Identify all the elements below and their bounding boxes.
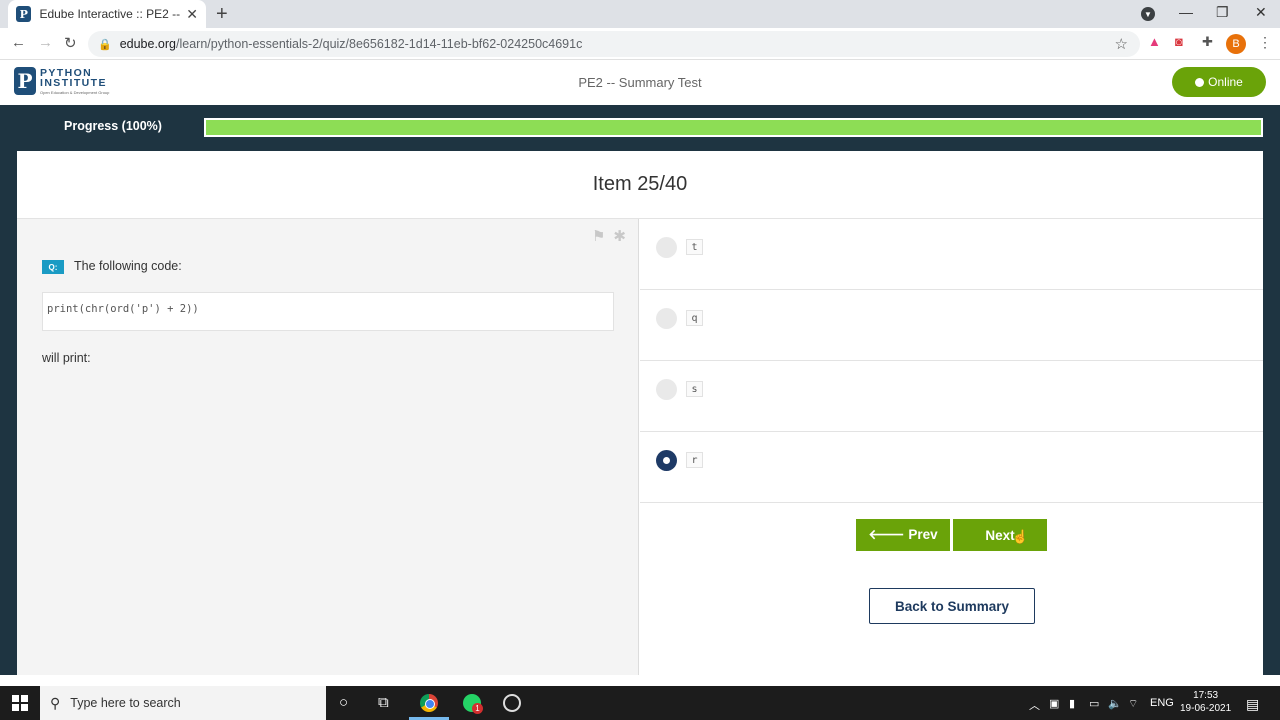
progress-label: Progress (100%): [64, 119, 162, 133]
url-text: edube.org/learn/python-essentials-2/quiz…: [120, 37, 583, 51]
answer-radio[interactable]: [656, 379, 677, 400]
maximize-button[interactable]: ❐: [1216, 4, 1229, 21]
pocket-extension-icon[interactable]: ◙: [1175, 34, 1183, 49]
tray-chevron-icon[interactable]: ︿: [1029, 697, 1040, 713]
chrome-taskbar-icon[interactable]: [420, 694, 438, 712]
window-close-button[interactable]: ✕: [1255, 4, 1267, 21]
question-tail-text: will print:: [42, 351, 91, 365]
notification-center-icon[interactable]: ▤: [1246, 696, 1259, 713]
answer-radio[interactable]: [656, 237, 677, 258]
notification-badge: 1: [472, 703, 483, 714]
clock-date: 19-06-2021: [1180, 702, 1232, 714]
browser-tab-strip: P Edube Interactive :: PE2 -- Summary Te…: [0, 0, 1280, 28]
hand-cursor-icon: ☝: [1012, 529, 1029, 544]
tray-device-icon[interactable]: ▣: [1049, 697, 1059, 710]
logo-tagline: Open Education & Development Group: [40, 89, 110, 95]
back-to-summary-button[interactable]: Back to Summary: [869, 588, 1035, 624]
tab-title: Edube Interactive :: PE2 -- Summary Test: [39, 7, 181, 21]
back-arrow-icon[interactable]: ←: [11, 34, 26, 51]
new-tab-button[interactable]: +: [216, 3, 228, 26]
obs-taskbar-icon[interactable]: [503, 694, 521, 712]
answer-text: s: [686, 381, 703, 397]
answer-radio[interactable]: [656, 308, 677, 329]
windows-taskbar: ⚲ Type here to search ○ ⧉: [0, 686, 1280, 720]
next-button[interactable]: Next: [953, 519, 1047, 551]
search-placeholder: Type here to search: [70, 696, 181, 710]
question-pane: ⚑ ✱ Q: The following code: print(chr(ord…: [17, 219, 639, 675]
taskbar-clock[interactable]: 17:53 19-06-2021: [1180, 690, 1231, 715]
item-counter: Item 25/40: [17, 151, 1263, 219]
profile-avatar[interactable]: B: [1226, 34, 1246, 54]
question-text: The following code:: [74, 259, 182, 273]
language-indicator[interactable]: ENG: [1150, 697, 1174, 709]
task-view-icon[interactable]: ⧉: [378, 694, 389, 711]
report-bug-icon[interactable]: ✱: [613, 227, 626, 245]
answer-option-selected[interactable]: r: [640, 432, 1263, 503]
url-host: edube.org: [119, 37, 177, 51]
online-status-badge: Online: [1172, 67, 1266, 97]
browser-menu-icon[interactable]: ⋮: [1258, 34, 1272, 51]
bookmark-star-icon[interactable]: ☆: [1115, 35, 1128, 53]
minimize-button[interactable]: —: [1179, 4, 1193, 20]
site-favicon-icon: P: [16, 6, 32, 22]
wifi-icon[interactable]: ⌔: [1128, 697, 1138, 711]
windows-start-icon[interactable]: [12, 695, 28, 711]
tab-search-icon[interactable]: ▼: [1141, 7, 1155, 21]
volume-icon[interactable]: 🔈: [1108, 697, 1122, 710]
search-icon: ⚲: [50, 694, 61, 711]
tab-close-icon[interactable]: ✕: [186, 6, 198, 23]
code-block: print(chr(ord('p') + 2)): [42, 292, 614, 331]
site-header: P PYTHON INSTITUTE Open Education & Deve…: [0, 61, 1280, 105]
prev-button[interactable]: 🡐 Prev: [856, 519, 950, 551]
quiz-card: Item 25/40 ⚑ ✱ Q: The following code: pr…: [17, 151, 1263, 675]
extension-icon-1[interactable]: ▲: [1148, 34, 1161, 49]
taskbar-search[interactable]: ⚲ Type here to search: [40, 686, 326, 720]
answer-radio-selected[interactable]: [656, 450, 677, 471]
lock-icon: 🔒: [98, 38, 112, 51]
microphone-icon[interactable]: ▮: [1069, 697, 1075, 710]
url-path: /learn/python-essentials-2/quiz/8e656182…: [176, 37, 583, 51]
flag-icon[interactable]: ⚑: [592, 227, 605, 245]
answers-pane: t q s r 🡐 Prev Next ☝ Back to Summary: [640, 219, 1263, 675]
browser-tab[interactable]: P Edube Interactive :: PE2 -- Summary Te…: [8, 0, 206, 28]
browser-toolbar: ← → ↻ 🔒 edube.org/learn/python-essential…: [0, 28, 1280, 60]
battery-icon[interactable]: ▭: [1089, 697, 1099, 710]
reload-icon[interactable]: ↻: [64, 34, 77, 52]
answer-option[interactable]: s: [640, 361, 1263, 432]
cortana-icon[interactable]: ○: [339, 694, 348, 711]
answer-text: t: [686, 239, 703, 255]
answer-text: q: [686, 310, 703, 326]
question-tools: ⚑ ✱: [592, 227, 626, 245]
address-bar[interactable]: 🔒 edube.org/learn/python-essentials-2/qu…: [88, 31, 1140, 57]
forward-arrow-icon[interactable]: →: [38, 34, 53, 51]
status-dot-icon: [1195, 77, 1205, 87]
clock-time: 17:53: [1193, 690, 1219, 701]
progress-bar-fill: [206, 120, 1261, 135]
answer-option[interactable]: q: [640, 290, 1263, 361]
online-status-label: Online: [1208, 75, 1243, 89]
question-badge: Q:: [42, 260, 64, 274]
extensions-puzzle-icon[interactable]: ✚: [1202, 34, 1213, 50]
answer-option[interactable]: t: [640, 219, 1263, 290]
page-title: PE2 -- Summary Test: [578, 75, 702, 90]
progress-bar: [204, 118, 1263, 137]
answer-text: r: [686, 452, 703, 468]
